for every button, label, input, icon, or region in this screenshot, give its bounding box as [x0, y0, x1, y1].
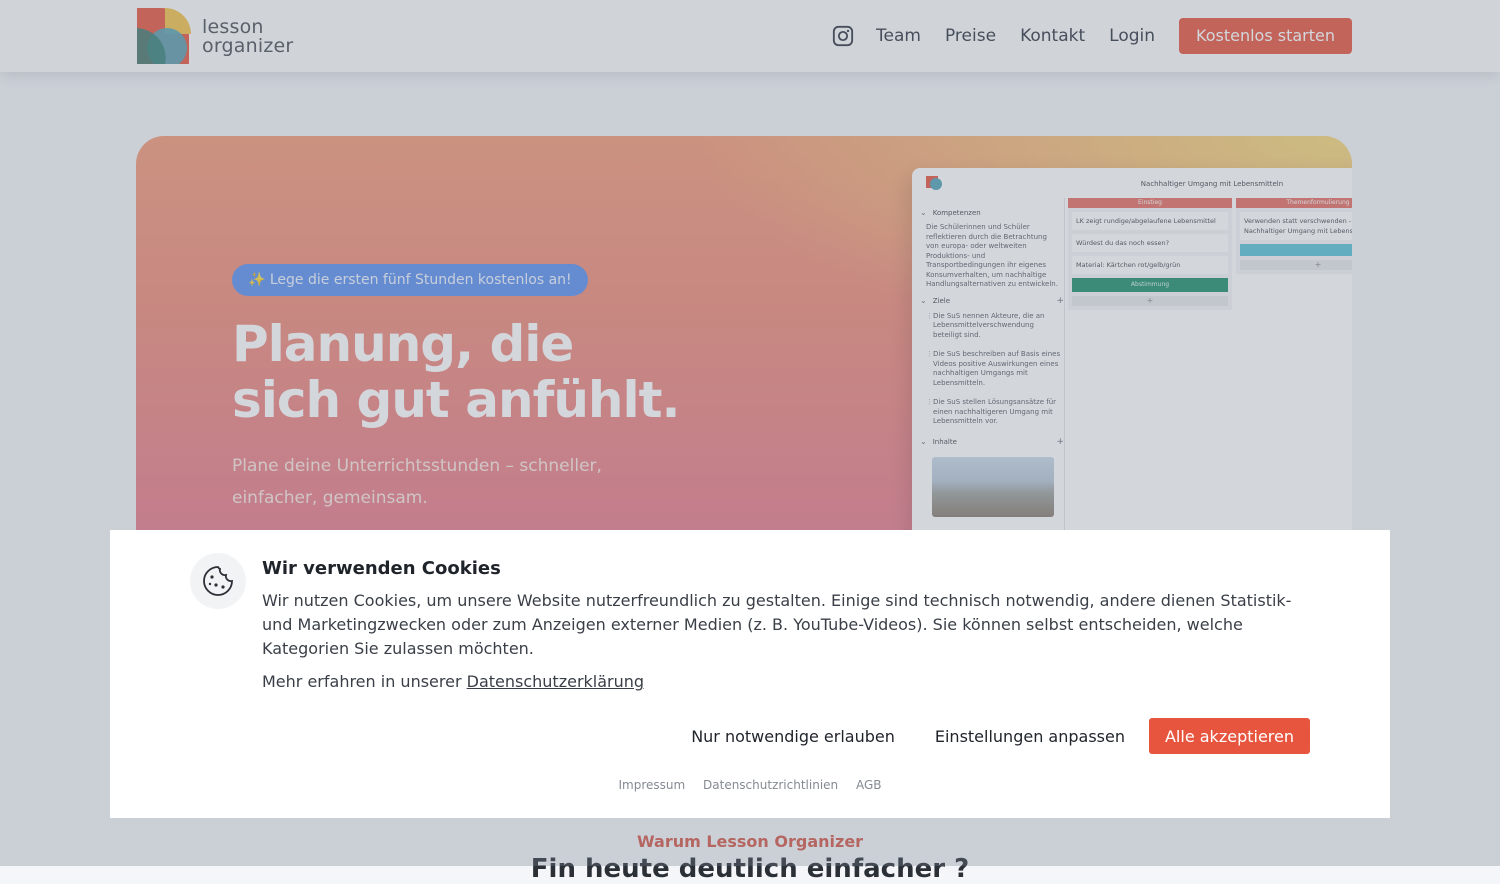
cookie-actions: Nur notwendige erlauben Einstellungen an… [651, 718, 1310, 754]
allow-necessary-button[interactable]: Nur notwendige erlauben [691, 727, 895, 746]
terms-link[interactable]: AGB [856, 778, 882, 792]
cookie-description: Wir nutzen Cookies, um unsere Website nu… [262, 591, 1292, 658]
cookie-graphic-icon [203, 566, 233, 596]
imprint-link[interactable]: Impressum [618, 778, 685, 792]
cookie-more-info: Mehr erfahren in unserer Datenschutzerkl… [262, 670, 644, 694]
privacy-guidelines-link[interactable]: Datenschutzrichtlinien [703, 778, 838, 792]
cookie-icon [190, 553, 246, 609]
cookie-title: Wir verwenden Cookies [262, 558, 501, 579]
accept-all-button[interactable]: Alle akzeptieren [1148, 718, 1310, 754]
cookie-dialog: Wir verwenden Cookies Wir nutzen Cookies… [110, 530, 1390, 818]
cookie-more-prefix: Mehr erfahren in unserer [262, 672, 462, 691]
privacy-policy-link[interactable]: Datenschutzerklärung [467, 672, 644, 691]
customize-settings-button[interactable]: Einstellungen anpassen [935, 727, 1125, 746]
cookie-footer-links: Impressum Datenschutzrichtlinien AGB [110, 778, 1390, 792]
